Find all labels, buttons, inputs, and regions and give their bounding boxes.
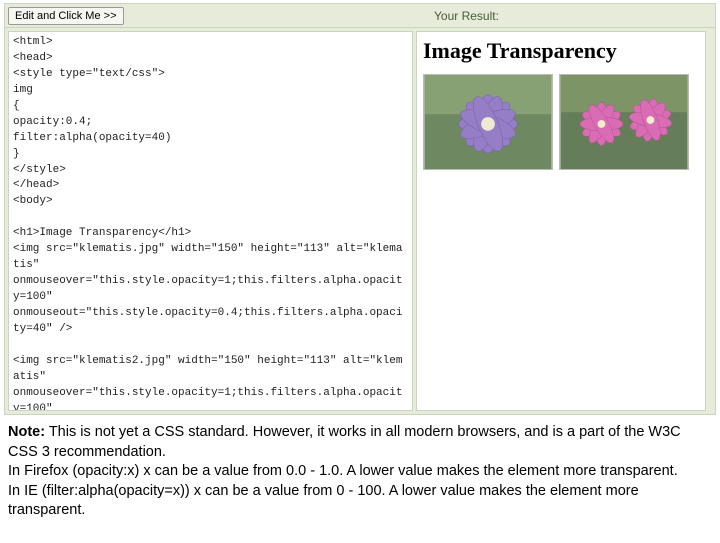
note-label: Note: bbox=[8, 424, 45, 440]
note-line-1: This is not yet a CSS standard. However,… bbox=[8, 424, 681, 460]
tryit-editor: Edit and Click Me >> Your Result: <html>… bbox=[4, 3, 716, 415]
note-line-2: In Firefox (opacity:x) x can be a value … bbox=[8, 463, 678, 479]
result-image-1[interactable] bbox=[423, 74, 553, 170]
result-label: Your Result: bbox=[430, 9, 715, 23]
note-section: Note: This is not yet a CSS standard. Ho… bbox=[0, 415, 720, 525]
result-heading: Image Transparency bbox=[423, 38, 699, 64]
flower-purple-icon bbox=[424, 75, 552, 169]
source-code-editor[interactable]: <html> <head> <style type="text/css"> im… bbox=[8, 31, 413, 411]
result-image-2[interactable] bbox=[559, 74, 689, 170]
note-line-3: In IE (filter:alpha(opacity=x)) x can be… bbox=[8, 483, 639, 519]
result-preview: Image Transparency bbox=[416, 31, 706, 411]
edit-and-run-button[interactable]: Edit and Click Me >> bbox=[8, 7, 124, 25]
flower-pink-icon bbox=[560, 75, 688, 169]
panels-row: <html> <head> <style type="text/css"> im… bbox=[5, 28, 715, 414]
result-image-row bbox=[423, 74, 699, 170]
tryit-header: Edit and Click Me >> Your Result: bbox=[5, 4, 715, 28]
